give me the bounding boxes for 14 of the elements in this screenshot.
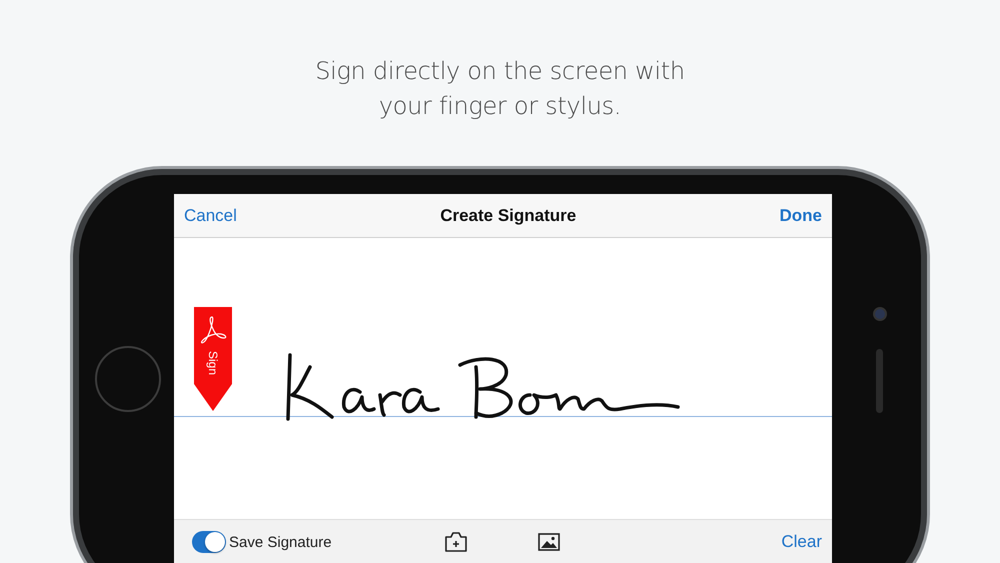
cancel-button[interactable]: Cancel	[184, 206, 237, 226]
done-button[interactable]: Done	[780, 206, 822, 226]
document-logo-icon	[199, 315, 227, 345]
speaker-icon	[876, 349, 883, 413]
clear-button[interactable]: Clear	[781, 532, 822, 552]
image-icon[interactable]	[538, 533, 560, 551]
save-signature-toggle[interactable]	[192, 531, 226, 553]
home-button-icon	[94, 346, 160, 412]
screen-title: Create Signature	[440, 206, 576, 226]
sign-label: Sign	[206, 351, 220, 376]
save-signature-label: Save Signature	[229, 534, 332, 550]
headline: Sign directly on the screen with your finger or stylus.	[315, 56, 685, 122]
camera-icon[interactable]	[444, 531, 468, 553]
front-camera-icon	[872, 307, 886, 321]
